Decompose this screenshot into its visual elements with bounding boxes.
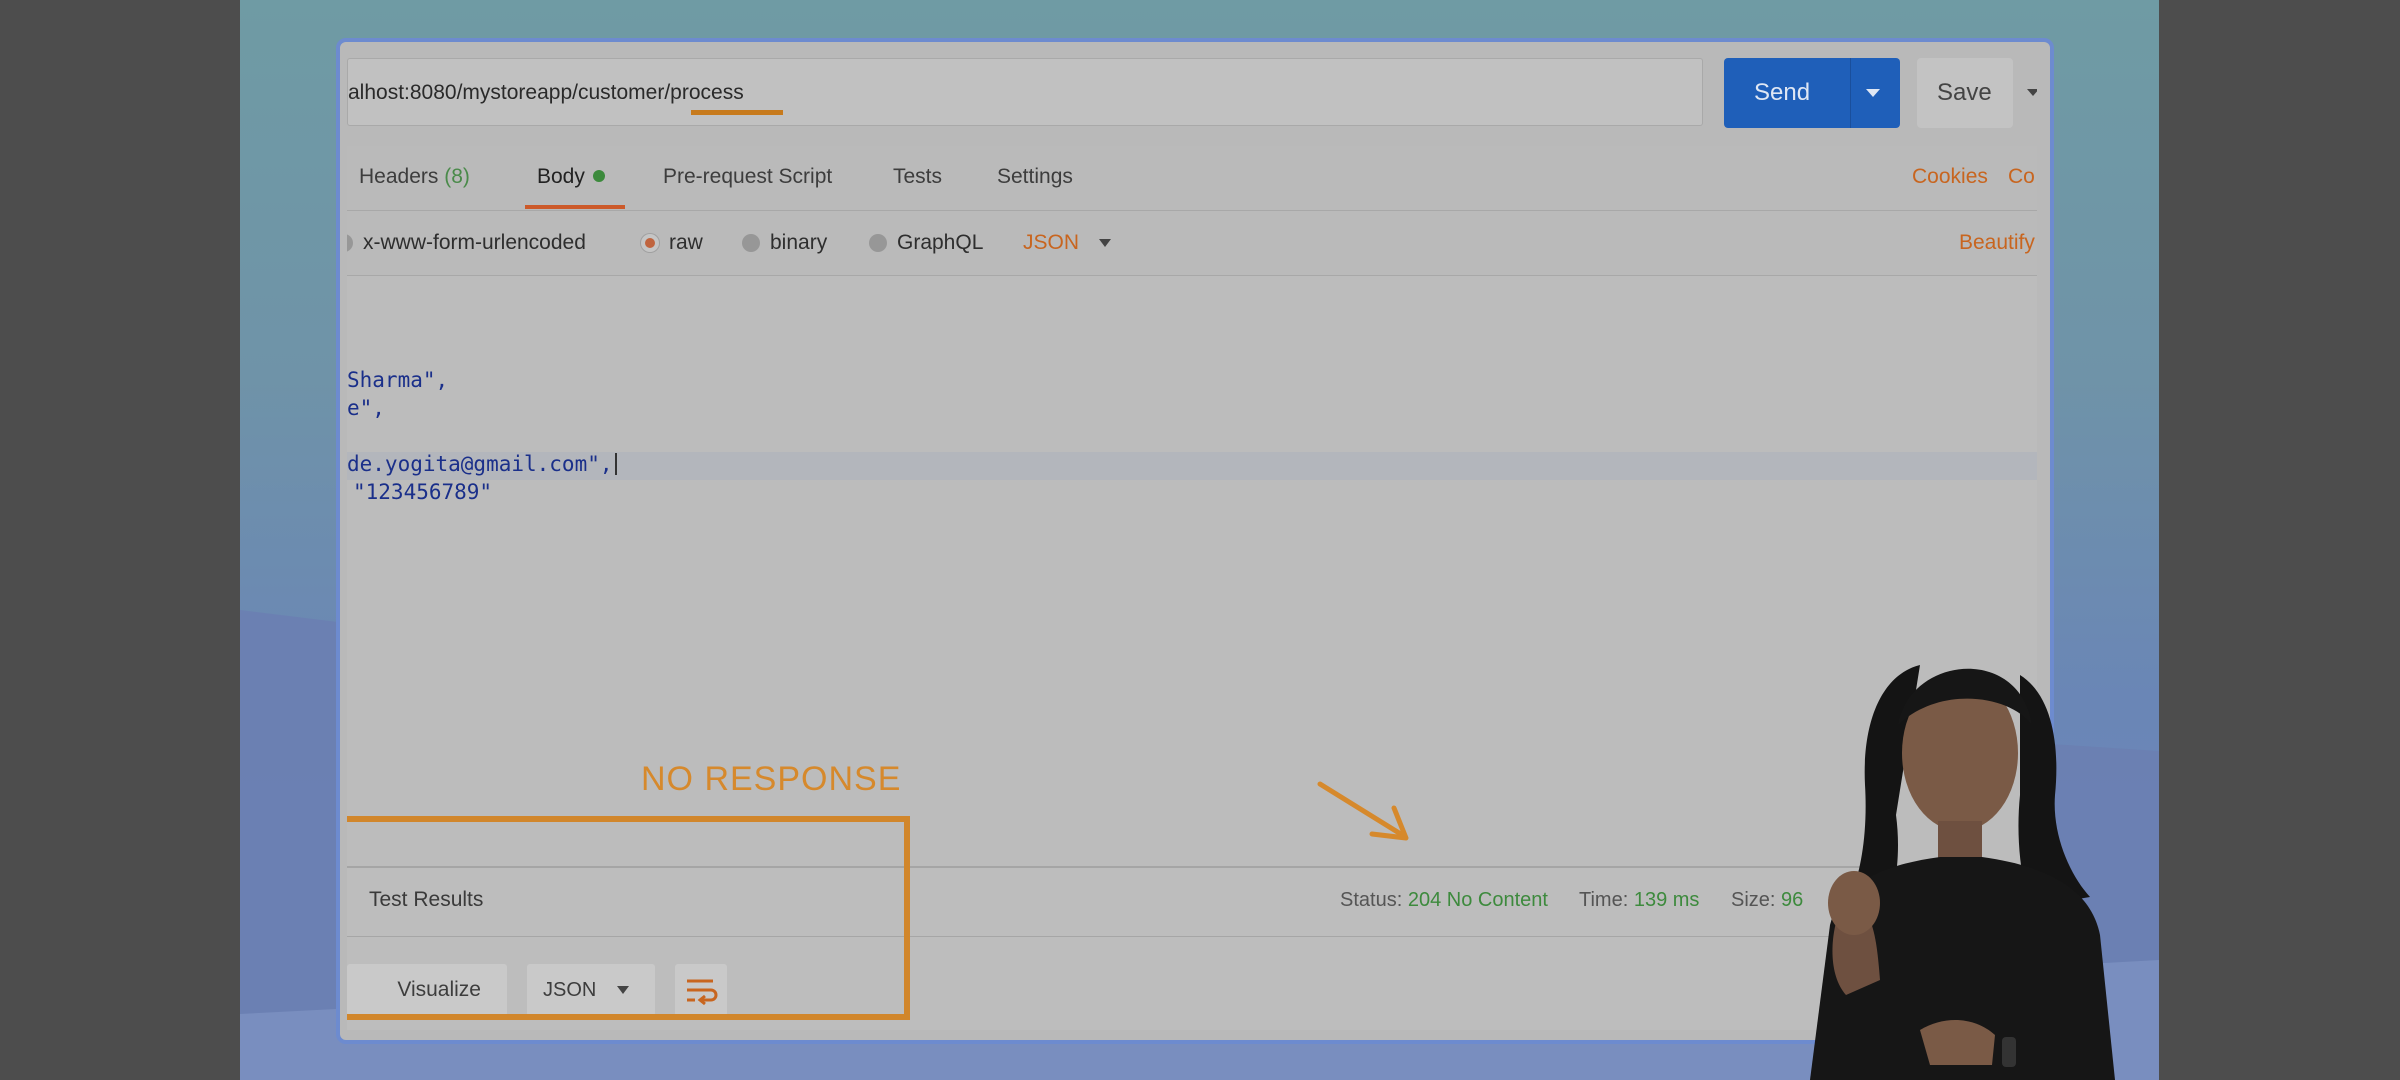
time-value[interactable]: 139 ms [1634,889,1700,911]
beautify-link[interactable]: Beautify [1959,211,2035,275]
response-status: Status: 204 No Content [1340,868,1548,932]
tab-body-label: Body [537,165,585,188]
cookies-link[interactable]: Cookies [1912,146,1988,208]
status-label: Status: [1340,889,1403,911]
chevron-down-icon[interactable] [1099,239,1111,247]
code-line-text: e", [347,396,385,420]
text-cursor [614,453,617,475]
presenter-image [1810,665,2115,1080]
body-indicator-dot [592,170,605,182]
headers-count: (8) [444,165,470,188]
code-line: de.yogita@gmail.com", [347,452,617,476]
code-line-text: Sharma", [347,368,449,392]
save-chevron-down-icon[interactable] [2027,89,2037,96]
radio-icon[interactable] [742,234,760,252]
body-type-options: x-www-form-urlencoded raw binary GraphQL… [347,211,2037,276]
tab-body[interactable]: Body [525,146,625,210]
code-line-text: de.yogita@gmail.com", [347,452,613,476]
graphql-label: GraphQL [897,231,984,254]
code-link[interactable]: Co [2008,146,2035,208]
radio-icon[interactable] [347,234,353,252]
radio-icon[interactable] [869,234,887,252]
radio-selected-icon[interactable] [641,234,659,252]
tab-settings[interactable]: Settings [997,146,1073,210]
urlencoded-label: x-www-form-urlencoded [363,231,586,254]
url-input[interactable]: alhost:8080/mystoreapp/customer/process [347,58,1703,126]
code-line: Sharma", [347,368,448,392]
time-label: Time: [1579,889,1629,911]
request-tabs: Headers (8) Body Pre-request Script Test… [347,146,2037,211]
size-label: Size: [1731,889,1776,911]
annotation-no-response: NO RESPONSE [641,760,902,798]
option-binary[interactable]: binary [742,211,827,275]
tab-tests[interactable]: Tests [893,146,942,210]
active-tab-underline [525,205,625,209]
status-value[interactable]: 204 No Content [1408,889,1548,911]
send-label: Send [1754,79,1811,106]
code-line: e", [347,396,385,420]
tab-headers[interactable]: Headers (8) [359,146,470,210]
annotation-arrow-icon [1317,781,1409,841]
tab-pre-request-script[interactable]: Pre-request Script [663,146,832,210]
binary-label: binary [770,231,828,254]
response-time: Time: 139 ms [1579,868,1699,932]
format-select[interactable]: JSON [1023,211,1079,275]
chevron-down-icon[interactable] [1866,89,1880,97]
option-graphql[interactable]: GraphQL [869,211,983,275]
raw-label: raw [669,231,703,254]
send-button[interactable]: Send [1724,58,1900,128]
annotation-box [347,816,910,1020]
tab-headers-label: Headers [359,165,439,188]
request-bar: alhost:8080/mystoreapp/customer/process … [347,48,2037,146]
send-divider [1850,58,1851,128]
url-highlight-underline [691,110,783,115]
code-line-text: "123456789" [353,480,493,504]
save-button[interactable]: Save [1917,58,2013,128]
code-line: "123456789" [353,480,492,504]
option-urlencoded[interactable]: x-www-form-urlencoded [347,211,586,275]
save-label: Save [1937,79,1992,106]
url-text: alhost:8080/mystoreapp/customer/process [348,81,744,104]
option-raw[interactable]: raw [641,211,703,275]
